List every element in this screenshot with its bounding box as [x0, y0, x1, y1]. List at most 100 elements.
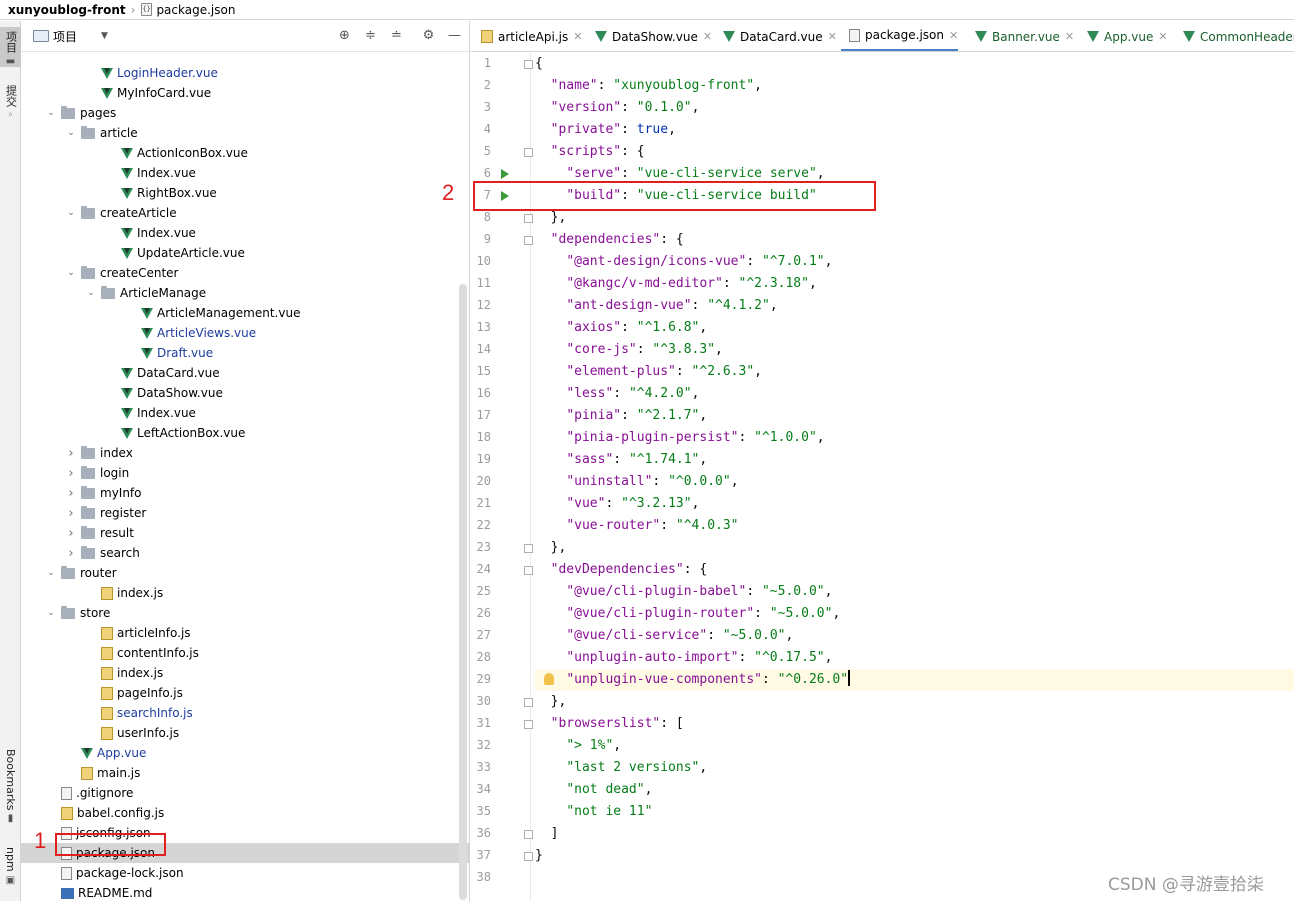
chevron-right-icon[interactable]: ›	[65, 546, 77, 561]
editor-tab[interactable]: App.vue ✕	[1079, 21, 1168, 51]
chevron-down-icon[interactable]: ⌄	[85, 288, 97, 298]
tree-file[interactable]: DataShow.vue	[105, 383, 223, 403]
chevron-right-icon[interactable]: ›	[65, 506, 77, 521]
code-line[interactable]: "sass": "^1.74.1",	[535, 449, 707, 471]
tree-folder[interactable]: › myInfo	[65, 483, 142, 503]
editor-tab[interactable]: DataCard.vue ✕	[715, 21, 837, 51]
tree-file[interactable]: ActionIconBox.vue	[105, 143, 248, 163]
fold-marker-icon[interactable]	[524, 698, 533, 707]
close-icon[interactable]: ✕	[573, 30, 582, 43]
bookmarks-tool-tab[interactable]: Bookmarks ▮	[0, 749, 21, 829]
chevron-down-icon[interactable]: ⌄	[65, 268, 77, 278]
editor-tab[interactable]: articleApi.js ✕	[473, 21, 582, 51]
code-line[interactable]: "name": "xunyoublog-front",	[535, 75, 762, 97]
chevron-right-icon[interactable]: ›	[65, 486, 77, 501]
code-line[interactable]: "last 2 versions",	[535, 757, 707, 779]
tree-folder[interactable]: ⌄ ArticleManage	[85, 283, 206, 303]
code-line[interactable]: }	[535, 845, 543, 867]
breadcrumb-project[interactable]: xunyoublog-front	[8, 3, 126, 17]
tree-file[interactable]: App.vue	[65, 743, 146, 763]
tree-folder[interactable]: › search	[65, 543, 140, 563]
tree-folder[interactable]: ⌄ createCenter	[65, 263, 178, 283]
tree-file[interactable]: Draft.vue	[125, 343, 213, 363]
tree-folder[interactable]: ⌄ router	[45, 563, 117, 583]
code-line[interactable]: "not ie 11"	[535, 801, 652, 823]
tree-file[interactable]: contentInfo.js	[85, 643, 199, 663]
project-panel-title[interactable]: 项目	[53, 28, 77, 45]
code-line[interactable]: "unplugin-vue-components": "^0.26.0"	[535, 669, 1294, 691]
tree-folder[interactable]: › index	[65, 443, 133, 463]
code-line[interactable]: "not dead",	[535, 779, 652, 801]
tree-folder[interactable]: ⌄ store	[45, 603, 110, 623]
code-line[interactable]: "pinia": "^2.1.7",	[535, 405, 707, 427]
chevron-down-icon[interactable]: ⌄	[45, 568, 57, 578]
code-line[interactable]: "vue-router": "^4.0.3"	[535, 515, 738, 537]
tree-file[interactable]: searchInfo.js	[85, 703, 193, 723]
chevron-down-icon[interactable]: ⌄	[45, 108, 57, 118]
tree-folder[interactable]: ⌄ article	[65, 123, 138, 143]
tree-file[interactable]: index.js	[85, 583, 163, 603]
chevron-down-icon[interactable]: ▼	[101, 31, 108, 41]
code-line[interactable]: "ant-design-vue": "^4.1.2",	[535, 295, 777, 317]
code-line[interactable]: "@ant-design/icons-vue": "^7.0.1",	[535, 251, 832, 273]
tree-file[interactable]: main.js	[65, 763, 140, 783]
fold-marker-icon[interactable]	[524, 852, 533, 861]
code-line[interactable]: "less": "^4.2.0",	[535, 383, 699, 405]
tree-folder[interactable]: › login	[65, 463, 129, 483]
chevron-down-icon[interactable]: ⌄	[65, 128, 77, 138]
tree-file[interactable]: babel.config.js	[45, 803, 164, 823]
tree-folder[interactable]: ⌄ pages	[45, 103, 116, 123]
tree-folder[interactable]: ⌄ createArticle	[65, 203, 177, 223]
tree-file[interactable]: ArticleViews.vue	[125, 323, 256, 343]
tree-file[interactable]: RightBox.vue	[105, 183, 217, 203]
fold-marker-icon[interactable]	[524, 830, 533, 839]
tree-file[interactable]: LoginHeader.vue	[85, 63, 218, 83]
editor-tab[interactable]: Banner.vue ✕	[967, 21, 1074, 51]
tree-file[interactable]: pageInfo.js	[85, 683, 183, 703]
tree-file[interactable]: MyInfoCard.vue	[85, 83, 211, 103]
code-line[interactable]: "browserslist": [	[535, 713, 684, 735]
editor-tab[interactable]: package.json ✕	[841, 21, 959, 51]
collapse-all-icon[interactable]: ≐	[388, 27, 405, 44]
chevron-down-icon[interactable]: ⌄	[45, 608, 57, 618]
tree-file[interactable]: userInfo.js	[85, 723, 179, 743]
code-line[interactable]: "devDependencies": {	[535, 559, 708, 581]
code-line[interactable]: "@vue/cli-plugin-router": "~5.0.0",	[535, 603, 840, 625]
code-line[interactable]: "unplugin-auto-import": "^0.17.5",	[535, 647, 832, 669]
minimize-icon[interactable]: —	[446, 27, 463, 44]
tree-folder[interactable]: › result	[65, 523, 134, 543]
project-tree-scrollbar[interactable]	[459, 284, 467, 900]
code-line[interactable]: "vue": "^3.2.13",	[535, 493, 699, 515]
expand-all-icon[interactable]: ≑	[362, 27, 379, 44]
code-line[interactable]: "axios": "^1.6.8",	[535, 317, 707, 339]
code-line[interactable]: "@vue/cli-plugin-babel": "~5.0.0",	[535, 581, 832, 603]
code-line[interactable]: "version": "0.1.0",	[535, 97, 700, 119]
breadcrumb-file[interactable]: package.json	[156, 3, 235, 17]
target-icon[interactable]: ⊕	[336, 27, 353, 44]
fold-marker-icon[interactable]	[524, 236, 533, 245]
tree-file[interactable]: index.js	[85, 663, 163, 683]
chevron-right-icon[interactable]: ›	[65, 466, 77, 481]
run-script-icon[interactable]	[501, 169, 509, 179]
code-line[interactable]: {	[535, 53, 543, 75]
fold-marker-icon[interactable]	[524, 544, 533, 553]
tree-file[interactable]: LeftActionBox.vue	[105, 423, 245, 443]
code-line[interactable]: "scripts": {	[535, 141, 645, 163]
npm-tool-tab[interactable]: npm ▣	[0, 847, 21, 891]
code-line[interactable]: "> 1%",	[535, 735, 621, 757]
chevron-right-icon[interactable]: ›	[65, 526, 77, 541]
tree-file[interactable]: Index.vue	[105, 223, 196, 243]
code-line[interactable]: },	[535, 537, 567, 559]
code-line[interactable]: "core-js": "^3.8.3",	[535, 339, 723, 361]
fold-marker-icon[interactable]	[524, 60, 533, 69]
tree-file[interactable]: ArticleManagement.vue	[125, 303, 300, 323]
tree-file[interactable]: articleInfo.js	[85, 623, 191, 643]
code-line[interactable]: "private": true,	[535, 119, 676, 141]
editor-tab[interactable]: CommonHeader	[1175, 21, 1294, 51]
code-line[interactable]: ]	[535, 823, 559, 845]
code-line[interactable]: "@vue/cli-service": "~5.0.0",	[535, 625, 793, 647]
tree-file[interactable]: UpdateArticle.vue	[105, 243, 245, 263]
code-line[interactable]: "element-plus": "^2.6.3",	[535, 361, 762, 383]
code-line[interactable]: "dependencies": {	[535, 229, 684, 251]
close-icon[interactable]: ✕	[1158, 30, 1167, 43]
